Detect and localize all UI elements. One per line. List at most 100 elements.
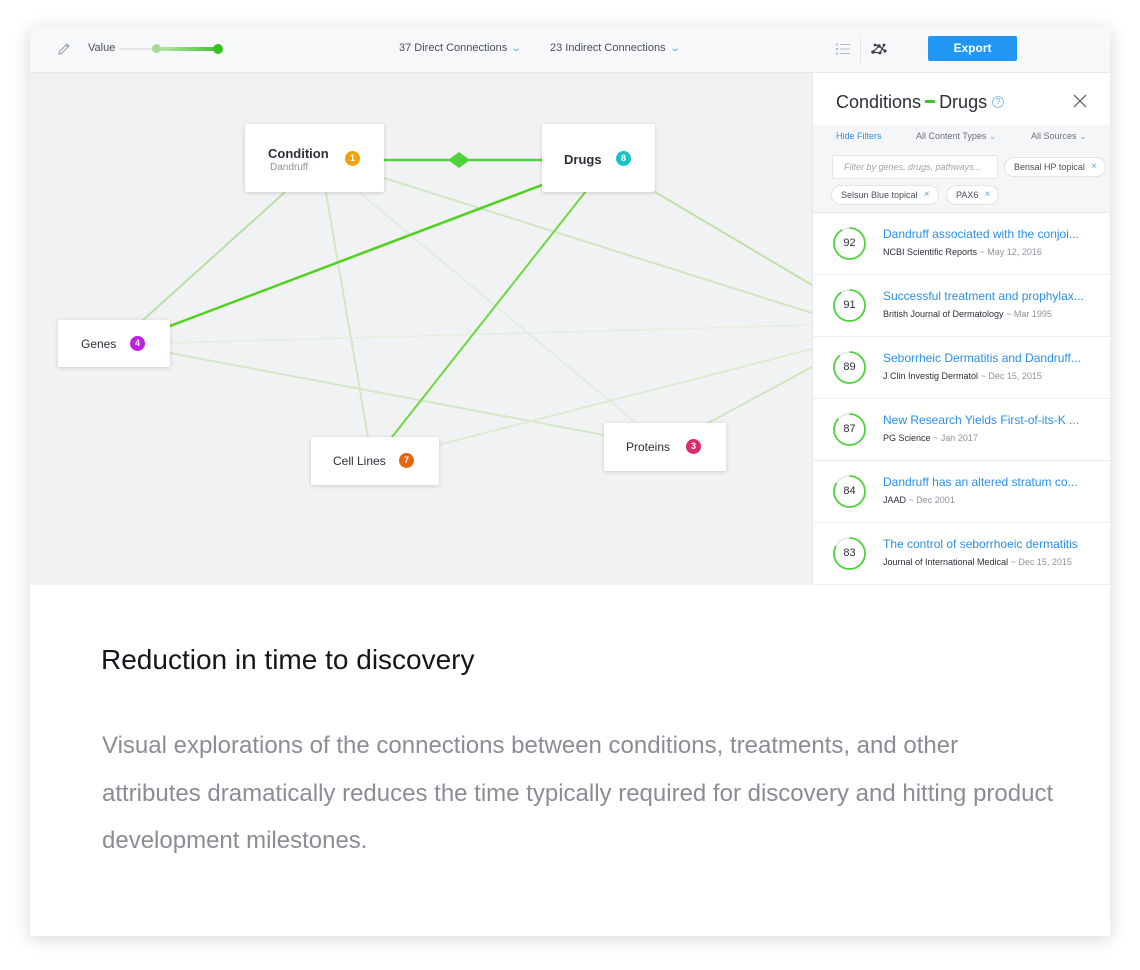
caption-body: Visual explorations of the connections b…	[102, 732, 1054, 854]
node-sublabel: Dandruff	[270, 162, 309, 173]
edge-drugs-celllines	[391, 190, 587, 438]
result-meta: British Journal of Dermatology ~ Mar 199…	[883, 309, 1052, 319]
panel-title-drugs: Drugs	[939, 92, 988, 112]
chip-remove-icon[interactable]: ×	[924, 186, 930, 204]
result-meta: JAAD ~ Dec 2001	[883, 495, 955, 505]
node-genes[interactable]: Genes 4	[58, 320, 170, 367]
node-count-badge: 3	[686, 439, 701, 454]
toolbar-divider	[860, 38, 861, 62]
help-icon[interactable]: ?	[992, 95, 1005, 108]
slider-fill	[156, 47, 218, 51]
filter-chip[interactable]: PAX6 ×	[946, 185, 1000, 205]
slider-max-handle[interactable]	[213, 44, 223, 54]
result-item[interactable]: 92 Dandruff associated with the conjoi..…	[813, 213, 1110, 275]
filter-input[interactable]	[832, 155, 998, 179]
sources-label: All Sources	[1031, 131, 1077, 141]
relevance-score: 84	[843, 485, 856, 497]
result-date: ~ Dec 15, 2015	[1010, 557, 1072, 567]
node-proteins[interactable]: Proteins 3	[604, 423, 726, 471]
panel-title-conditions: Conditions	[836, 92, 922, 112]
hide-filters-link[interactable]: Hide Filters	[836, 131, 882, 141]
relevance-score: 87	[843, 423, 856, 435]
filter-chip[interactable]: Bensal HP topical ×	[1004, 157, 1106, 177]
result-title-link[interactable]: Successful treatment and prophylax...	[883, 289, 1091, 303]
result-item[interactable]: 89 Seborrheic Dermatitis and Dandruff...…	[813, 337, 1110, 399]
result-date: ~ Dec 2001	[908, 495, 955, 505]
result-title-link[interactable]: The control of seborrhoeic dermatitis	[883, 537, 1091, 551]
result-item[interactable]: 84 Dandruff has an altered stratum co...…	[813, 461, 1110, 523]
chevron-down-icon: ⌄	[989, 132, 997, 141]
value-label: Value	[88, 42, 116, 54]
edge-proteins-panel	[707, 366, 812, 424]
node-label: Condition	[268, 146, 329, 161]
edge-condition-celllines	[325, 192, 369, 438]
result-meta: Journal of International Medical ~ Dec 1…	[883, 557, 1072, 567]
export-button[interactable]: Export	[928, 36, 1017, 61]
chip-remove-icon[interactable]: ×	[1091, 158, 1097, 176]
toolbar: Value 37 Direct Connections ⌄ 23 Indirect…	[30, 27, 1110, 73]
filters-bar: Hide Filters All Content Types ⌄ All Sour…	[813, 125, 1110, 213]
direct-connections-dropdown[interactable]: 37 Direct Connections ⌄	[399, 42, 522, 54]
edge-condition-genes	[141, 192, 285, 322]
chevron-down-icon: ⌄	[1079, 132, 1087, 141]
result-title-link[interactable]: New Research Yields First-of-its-K ...	[883, 413, 1091, 427]
content-types-label: All Content Types	[916, 131, 987, 141]
node-count-badge: 1	[345, 151, 360, 166]
chevron-down-icon: ⌄	[510, 43, 522, 54]
result-item[interactable]: 91 Successful treatment and prophylax...…	[813, 275, 1110, 337]
relevance-score: 92	[843, 237, 856, 249]
filter-chip[interactable]: Selsun Blue topical ×	[831, 185, 939, 205]
result-source: Journal of International Medical	[883, 557, 1009, 567]
caption-title: Reduction in time to discovery	[101, 644, 475, 675]
result-source: British Journal of Dermatology	[883, 309, 1004, 319]
relevance-score: 83	[843, 547, 856, 559]
indirect-connections-dropdown[interactable]: 23 Indirect Connections ⌄	[550, 42, 681, 54]
result-date: ~ May 12, 2016	[979, 247, 1042, 257]
relevance-score: 91	[843, 299, 856, 311]
result-date: ~ Mar 1995	[1006, 309, 1052, 319]
chip-remove-icon[interactable]: ×	[985, 186, 991, 204]
pencil-icon[interactable]	[56, 41, 72, 57]
graph-canvas[interactable]: Condition Dandruff 1 Drugs 8 Genes 4 Cel…	[30, 73, 812, 585]
panel-title: Conditions Drugs?	[836, 92, 1005, 113]
chip-label: PAX6	[956, 190, 979, 200]
node-drugs[interactable]: Drugs 8	[542, 124, 655, 192]
result-title-link[interactable]: Seborrheic Dermatitis and Dandruff...	[883, 351, 1091, 365]
result-item[interactable]: 87 New Research Yields First-of-its-K ..…	[813, 399, 1110, 461]
edge-condition-proteins	[359, 192, 637, 424]
node-label: Proteins	[626, 440, 671, 454]
edge-selected-diamond	[448, 152, 470, 168]
relevance-score: 89	[843, 361, 856, 373]
value-slider[interactable]	[119, 44, 223, 54]
node-label: Drugs	[564, 152, 602, 167]
result-title-link[interactable]: Dandruff associated with the conjoi...	[883, 227, 1091, 241]
node-count-badge: 7	[399, 453, 414, 468]
node-condition[interactable]: Condition Dandruff 1	[245, 124, 384, 192]
edge-condition-panel	[383, 177, 812, 314]
node-label: Genes	[81, 337, 117, 351]
content-types-dropdown[interactable]: All Content Types ⌄	[916, 131, 996, 141]
node-cell-lines[interactable]: Cell Lines 7	[311, 437, 439, 485]
close-icon[interactable]	[1072, 93, 1088, 109]
result-meta: NCBI Scientific Reports ~ May 12, 2016	[883, 247, 1042, 257]
result-title-link[interactable]: Dandruff has an altered stratum co...	[883, 475, 1091, 489]
chevron-down-icon: ⌄	[669, 43, 681, 54]
slider-min-handle[interactable]	[152, 44, 161, 53]
node-count-badge: 4	[130, 336, 145, 351]
connection-details-panel: Conditions Drugs? Hide Filters All Conten…	[812, 73, 1110, 585]
result-source: PG Science	[883, 433, 931, 443]
graph-view-icon[interactable]	[870, 40, 888, 58]
indirect-connections-label: 23 Indirect Connections	[550, 42, 666, 54]
chip-label: Bensal HP topical	[1014, 162, 1085, 172]
result-meta: J Clin Investig Dermatol ~ Dec 15, 2015	[883, 371, 1042, 381]
node-label: Cell Lines	[333, 454, 386, 468]
edge-genes-proteins	[169, 352, 605, 436]
result-source: JAAD	[883, 495, 907, 505]
edge-genes-panel	[169, 324, 812, 344]
result-meta: PG Science ~ Jan 2017	[883, 433, 978, 443]
result-date: ~ Jan 2017	[933, 433, 978, 443]
result-item[interactable]: 83 The control of seborrhoeic dermatitis…	[813, 523, 1110, 585]
sources-dropdown[interactable]: All Sources ⌄	[1031, 131, 1086, 141]
list-view-icon[interactable]	[835, 41, 851, 57]
edge-drugs-genes	[168, 183, 544, 328]
